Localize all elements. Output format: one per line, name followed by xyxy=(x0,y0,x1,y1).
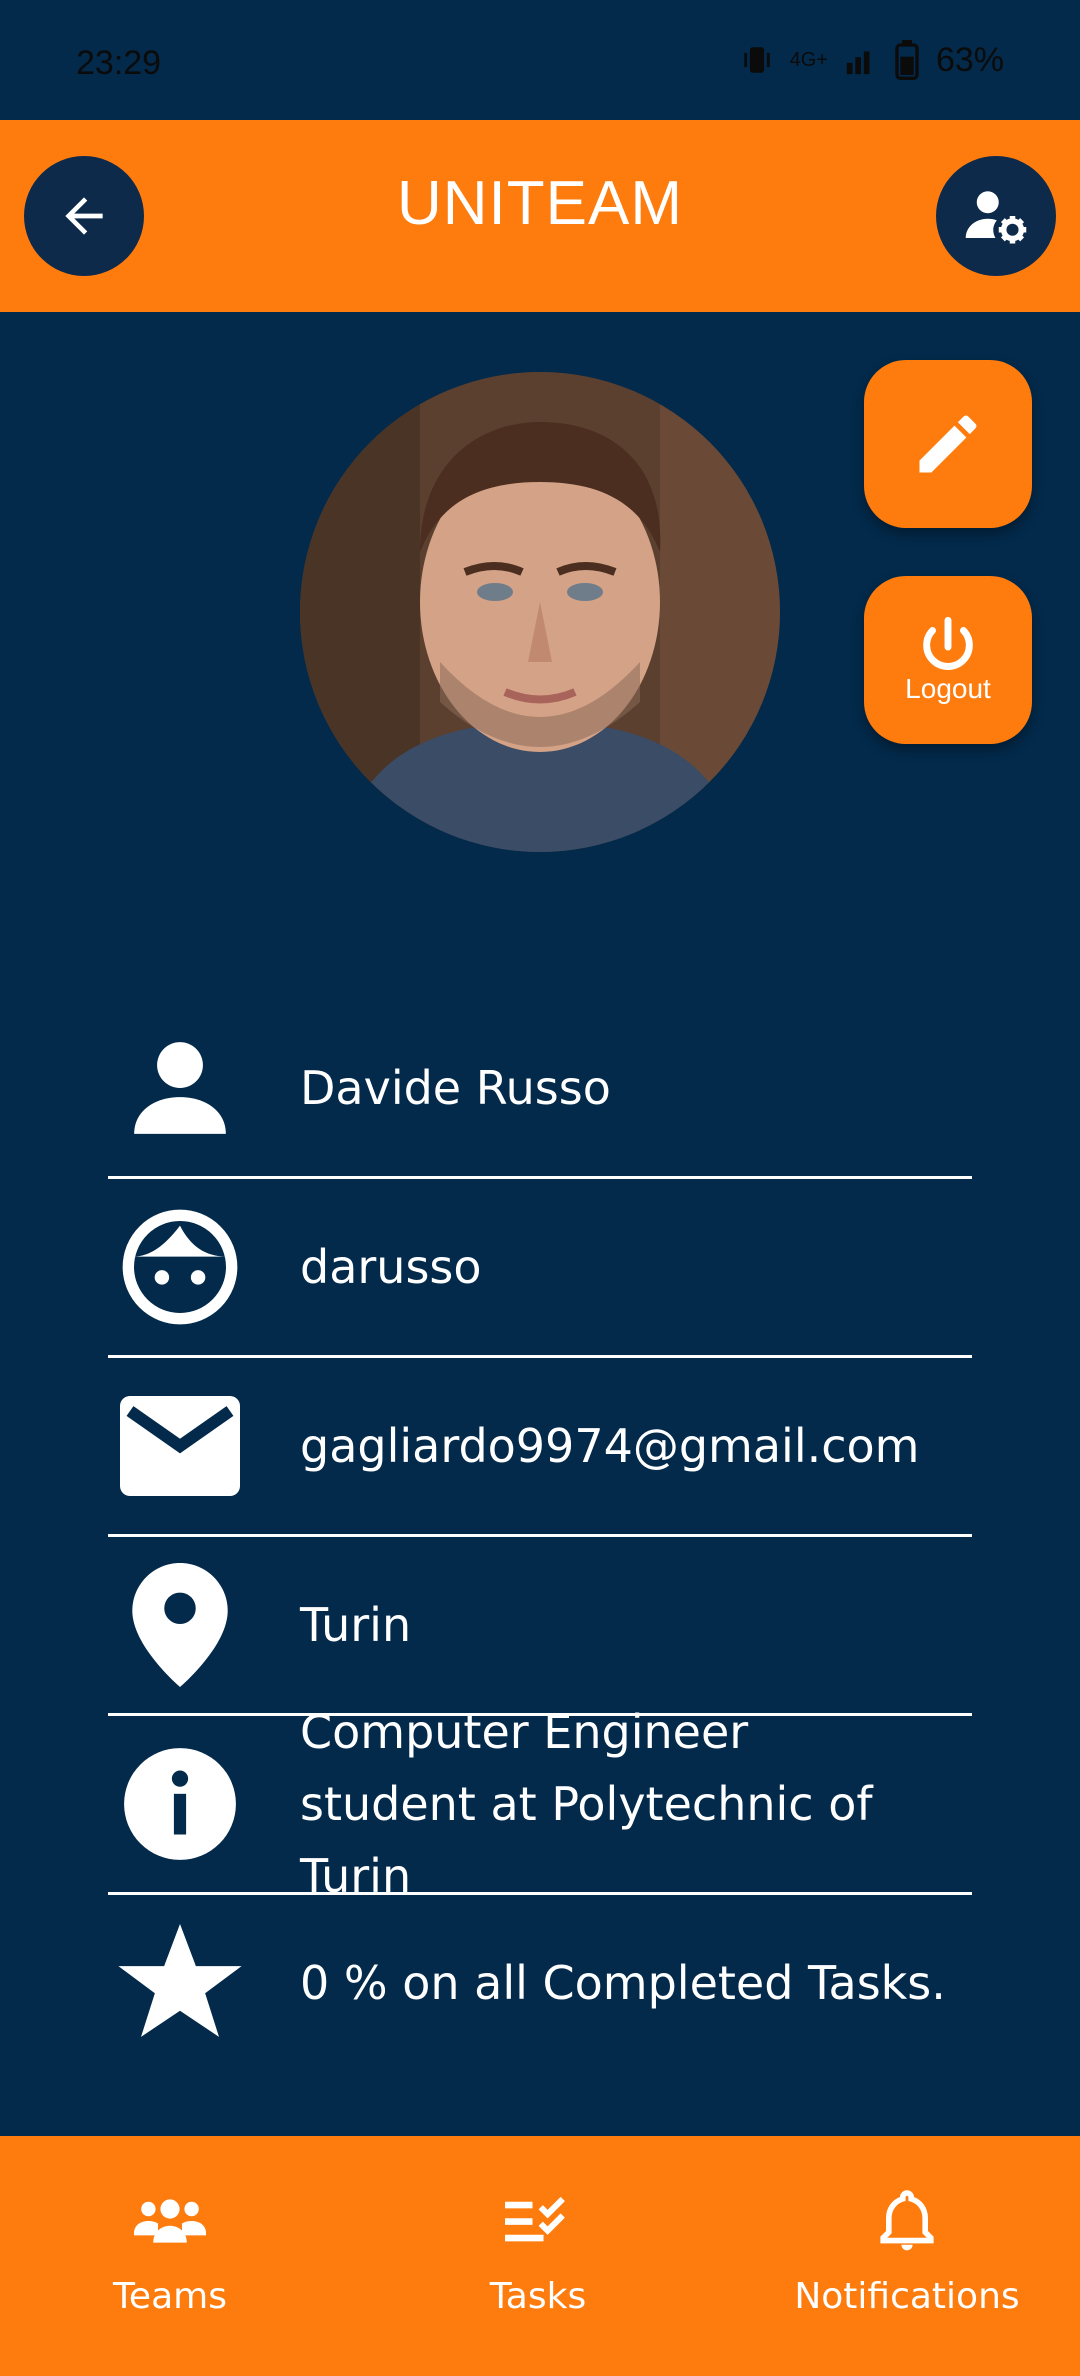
teams-icon xyxy=(134,2186,206,2256)
profile-avatar xyxy=(300,372,780,852)
app-bar: UNITEAM xyxy=(0,120,1080,312)
person-icon xyxy=(108,1028,252,1148)
nav-teams[interactable]: Teams xyxy=(60,2136,280,2376)
completion-stat: 0 % on all Completed Tasks. xyxy=(300,1956,946,2010)
network-label: 4G+ xyxy=(789,48,828,71)
location-row: Turin xyxy=(108,1537,972,1716)
edit-profile-button[interactable] xyxy=(864,360,1032,528)
status-bar: 23:29 4G+ 63% xyxy=(0,0,1080,120)
nav-tasks[interactable]: Tasks xyxy=(428,2136,648,2376)
nav-tasks-label: Tasks xyxy=(489,2276,587,2317)
location-pin-icon xyxy=(108,1563,252,1687)
status-time: 23:29 xyxy=(76,44,162,82)
nav-notifications[interactable]: Notifications xyxy=(780,2136,1034,2376)
full-name: Davide Russo xyxy=(300,1061,611,1115)
user-settings-button[interactable] xyxy=(936,156,1056,276)
profile-details: Davide Russo darusso gagliardo9974@gmail… xyxy=(108,1000,972,2071)
star-icon xyxy=(108,1923,252,2043)
location: Turin xyxy=(300,1598,412,1652)
username-row: darusso xyxy=(108,1179,972,1358)
nav-notifications-label: Notifications xyxy=(794,2276,1020,2317)
completion-row: 0 % on all Completed Tasks. xyxy=(108,1895,972,2071)
info-icon xyxy=(108,1744,252,1864)
app-title: UNITEAM xyxy=(397,169,683,238)
avatar-image xyxy=(300,372,780,852)
face-icon xyxy=(108,1207,252,1327)
bell-icon xyxy=(879,2186,935,2256)
power-icon xyxy=(923,616,973,670)
battery-icon xyxy=(895,40,919,80)
logout-label: Logout xyxy=(905,673,991,704)
battery-percent: 63% xyxy=(935,40,1004,79)
status-icons: 4G+ 63% xyxy=(740,40,1004,80)
tasks-icon xyxy=(505,2186,571,2256)
bottom-navigation: Teams Tasks Notifications xyxy=(0,2136,1080,2376)
bio: Computer Engineer student at Polytechnic… xyxy=(300,1705,873,1903)
name-row: Davide Russo xyxy=(108,1000,972,1179)
email-row: gagliardo9974@gmail.com xyxy=(108,1358,972,1537)
logout-button[interactable]: Logout xyxy=(864,576,1032,744)
mail-icon xyxy=(108,1386,252,1506)
signal-icon xyxy=(846,51,870,75)
edit-icon xyxy=(919,415,977,473)
email: gagliardo9974@gmail.com xyxy=(300,1419,920,1473)
user-settings-icon xyxy=(965,191,1027,244)
username: darusso xyxy=(300,1240,482,1294)
nav-teams-label: Teams xyxy=(113,2276,227,2317)
vibrate-icon xyxy=(743,47,770,73)
bio-row: Computer Engineer student at Polytechnic… xyxy=(108,1705,972,1903)
